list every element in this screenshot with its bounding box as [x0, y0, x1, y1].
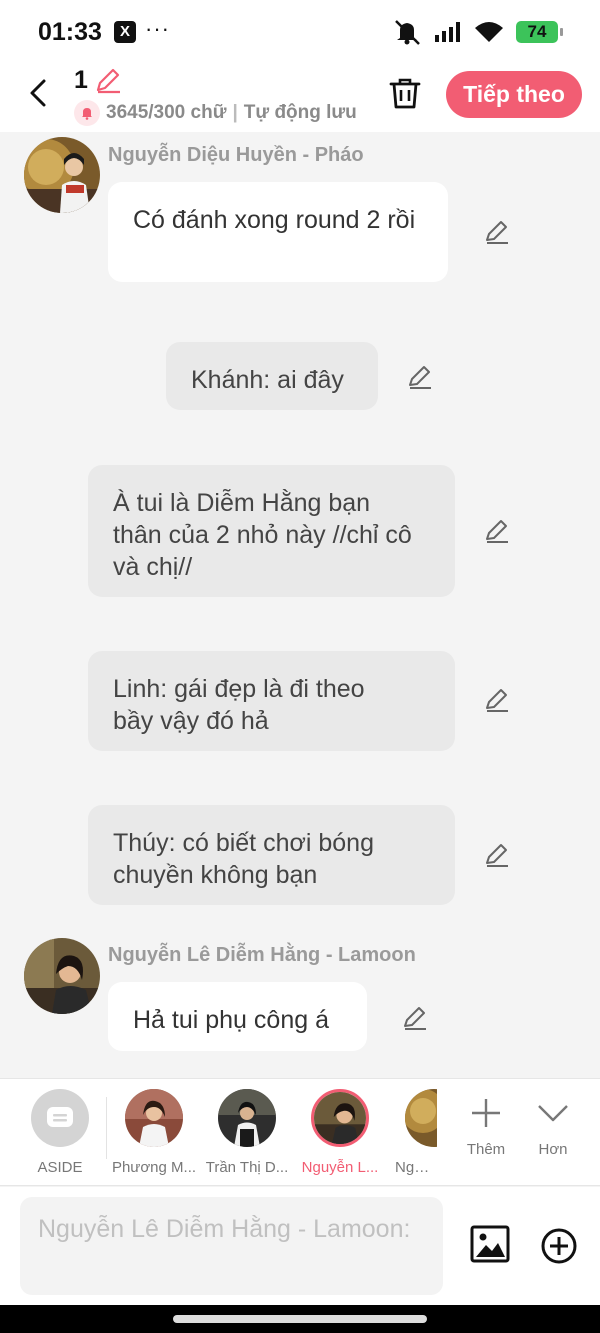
battery-icon: 74	[516, 21, 563, 43]
message-bubble[interactable]: Hả tui phụ công á	[108, 982, 367, 1051]
edit-message-pencil-icon[interactable]	[483, 686, 511, 714]
chevron-down-icon	[523, 1093, 583, 1133]
edit-message-pencil-icon[interactable]	[483, 517, 511, 545]
avatar	[405, 1089, 437, 1147]
autosave-label: Tự động lưu	[243, 102, 357, 123]
signal-icon	[435, 22, 460, 42]
more-characters-button[interactable]: Hơn	[523, 1093, 583, 1158]
avatar	[311, 1089, 369, 1147]
character-name: Phương M...	[111, 1159, 197, 1176]
character-name: Nguyễ	[395, 1159, 437, 1176]
plus-icon	[456, 1093, 516, 1133]
word-count-row: 3645/300 chữ | Tự động lưu	[74, 100, 357, 126]
editor-header: 1 3645/300 chữ | Tự động lưu Tiếp theo	[0, 62, 600, 132]
document-title[interactable]: 1	[74, 66, 88, 95]
edit-message-pencil-icon[interactable]	[483, 841, 511, 869]
avatar[interactable]	[24, 137, 100, 213]
wifi-icon	[475, 22, 503, 42]
sender-name: Nguyễn Diệu Huyền - Pháo	[108, 144, 364, 166]
back-arrow-icon[interactable]	[24, 76, 54, 110]
more-label: Hơn	[538, 1141, 568, 1158]
chat-area[interactable]: Nguyễn Diệu Huyền - Pháo Có đánh xong ro…	[0, 132, 600, 1078]
mute-icon	[395, 20, 420, 45]
message-bubble[interactable]: Linh: gái đẹp là đi theo bầy vậy đó hả	[88, 651, 455, 751]
add-character-button[interactable]: Thêm	[456, 1093, 516, 1158]
x-app-icon: X	[114, 21, 136, 43]
message-bubble[interactable]: Khánh: ai đây	[166, 342, 378, 410]
add-label: Thêm	[466, 1141, 506, 1158]
trash-icon[interactable]	[388, 76, 422, 110]
word-count: 3645/300 chữ	[106, 102, 227, 123]
character-name: ASIDE	[37, 1159, 83, 1176]
message-bubble[interactable]: Thúy: có biết chơi bóng chuyền không bạn	[88, 805, 455, 905]
avatar	[218, 1089, 276, 1147]
message-input[interactable]: Nguyễn Lê Diễm Hằng - Lamoon:	[20, 1197, 443, 1295]
character-name: Nguyễn L...	[301, 1159, 379, 1176]
aside-chat-icon	[31, 1089, 89, 1147]
character-name: Trần Thị D...	[205, 1159, 289, 1176]
edit-message-pencil-icon[interactable]	[401, 1004, 429, 1032]
message-bubble[interactable]: À tui là Diễm Hằng bạn thân của 2 nhỏ nà…	[88, 465, 455, 597]
more-notifications-icon: ···	[145, 16, 170, 41]
edit-message-pencil-icon[interactable]	[483, 218, 511, 246]
avatar[interactable]	[24, 938, 100, 1014]
character-item[interactable]: Trần Thị D...	[199, 1089, 295, 1176]
status-time: 01:33	[38, 18, 102, 46]
bell-icon	[74, 100, 100, 126]
character-item[interactable]: Phương M...	[106, 1089, 202, 1176]
word-count-separator: |	[232, 102, 238, 123]
character-item[interactable]: Nguyễ	[385, 1089, 437, 1176]
system-nav-bar	[0, 1305, 600, 1333]
edit-title-pencil-icon[interactable]	[94, 66, 122, 94]
input-bar: Nguyễn Lê Diễm Hằng - Lamoon:	[0, 1187, 600, 1305]
message-bubble[interactable]: Có đánh xong round 2 rồi	[108, 182, 448, 282]
avatar	[125, 1089, 183, 1147]
next-button[interactable]: Tiếp theo	[446, 71, 582, 118]
character-aside[interactable]: ASIDE	[12, 1089, 108, 1176]
edit-message-pencil-icon[interactable]	[406, 363, 434, 391]
character-selector: ASIDE Phương M... Trần Thị D... Nguyễn L…	[0, 1078, 600, 1186]
character-item-selected[interactable]: Nguyễn L...	[292, 1089, 388, 1176]
home-indicator[interactable]	[173, 1315, 427, 1323]
status-icons: 74	[392, 18, 563, 46]
status-bar: 01:33 X ··· 74	[0, 0, 600, 62]
sender-name: Nguyễn Lê Diễm Hằng - Lamoon	[108, 944, 416, 966]
image-icon[interactable]	[470, 1225, 510, 1263]
add-circle-icon[interactable]	[540, 1227, 578, 1265]
